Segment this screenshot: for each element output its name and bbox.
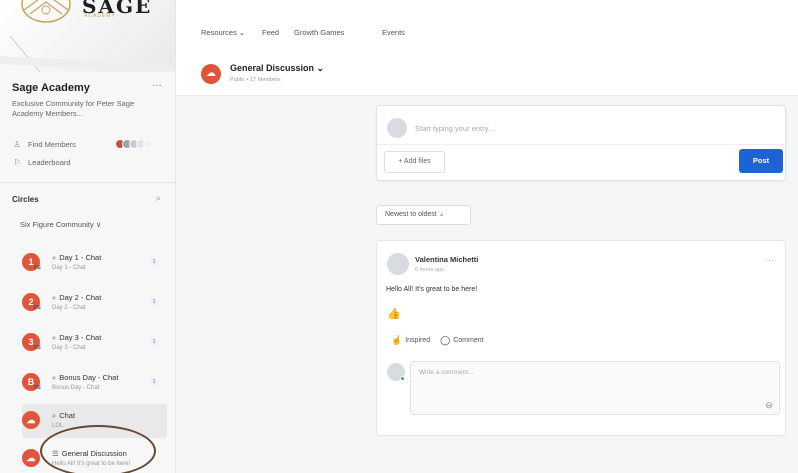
chat-icon: ⌕: [52, 333, 57, 342]
leaderboard-label: Leaderboard: [28, 158, 71, 167]
post-timestamp: 6 hours ago: [415, 267, 445, 273]
channel-item[interactable]: ☁ ☰ General Discussion Hello All! It's gr…: [22, 442, 167, 473]
channel-item[interactable]: 1 PS ⌕ Day 1 - Chat Day 1 - Chat 1: [22, 246, 167, 280]
comment-icon: ◯: [440, 335, 451, 345]
logo-background-pattern: [0, 35, 175, 72]
add-files-button[interactable]: + Add files: [384, 151, 445, 173]
unread-badge: 1: [150, 258, 158, 266]
channel-title: ☰ General Discussion: [52, 449, 127, 458]
chat-icon: ⌕: [52, 411, 57, 420]
paperclip-icon[interactable]: ⊘: [762, 399, 775, 412]
community-name: Sage Academy: [12, 82, 90, 94]
post-card: Valentina Michetti 6 hours ago ··· Hello…: [376, 240, 786, 436]
channel-title: ⌕ Day 2 - Chat: [52, 293, 102, 302]
logo-subtext: ACADEMY: [84, 13, 116, 19]
post-author[interactable]: Valentina Michetti: [415, 255, 478, 264]
chat-icon: ⌕: [52, 373, 57, 382]
chat-icon: ⌕: [52, 253, 57, 262]
sidebar: SAGE ACADEMY Sage Academy ··· Exclusive …: [0, 0, 176, 473]
channel-subtitle: Bonus Day - Chat: [52, 385, 100, 391]
unread-badge: 1: [150, 338, 158, 346]
comment-label: Comment: [453, 337, 484, 344]
community-logo[interactable]: SAGE ACADEMY: [0, 0, 175, 72]
avatar[interactable]: [387, 253, 409, 275]
post-actions: ☝ Inspired ◯ Comment: [391, 335, 484, 346]
channel-icon: 3 PS: [22, 333, 41, 351]
online-status-dot: [400, 376, 405, 381]
channel-subtitle: LOL: [52, 423, 64, 429]
list-icon: ☰: [52, 449, 59, 458]
sort-select[interactable]: Newest to oldest ⌄: [376, 205, 471, 225]
channel-icon: 1 PS: [22, 253, 41, 271]
avatar: [143, 139, 153, 149]
nav-growth-games[interactable]: Growth Games: [294, 28, 344, 37]
nav-resources[interactable]: Resources ⌄: [201, 28, 245, 37]
channel-title: ⌕ Day 1 - Chat: [52, 253, 102, 262]
channel-title-dropdown[interactable]: General Discussion ⌄: [230, 63, 324, 74]
channel-item[interactable]: 2 PS ⌕ Day 2 - Chat Day 2 - Chat 1: [22, 286, 167, 320]
channel-icon: ☁: [22, 411, 40, 429]
post-options-button[interactable]: ···: [765, 255, 774, 265]
inspired-label: Inspired: [405, 337, 431, 344]
find-members-link[interactable]: ♙ Find Members: [12, 140, 76, 149]
comment-button[interactable]: ◯ Comment: [440, 335, 483, 346]
channel-title: ⌕ Day 3 - Chat: [52, 333, 102, 342]
flag-icon: ⚐: [13, 158, 21, 167]
chat-bubble-icon: ☁: [201, 64, 221, 84]
post-button[interactable]: Post: [739, 149, 783, 173]
unread-badge: 1: [150, 298, 158, 306]
channel-item[interactable]: B PS ⌕ Bonus Day - Chat Bonus Day - Chat 1: [22, 366, 167, 400]
channel-subtitle: Day 1 - Chat: [52, 265, 86, 271]
chevron-down-icon: ∨: [95, 220, 102, 229]
nav-events[interactable]: Events: [382, 28, 405, 37]
channel-subtitle: Hello All! It's great to be here!: [52, 461, 131, 467]
inspired-button[interactable]: ☝ Inspired: [391, 335, 430, 346]
channel-icon: 2 PS: [22, 293, 41, 311]
divider: [377, 144, 785, 145]
circle-select-label: Six Figure Community: [20, 220, 94, 229]
avatar: [387, 118, 407, 138]
channel-item[interactable]: ☁ ⌕ Chat LOL: [22, 404, 167, 438]
post-composer: Start typing your entry... + Add files P…: [376, 105, 786, 181]
find-members-label: Find Members: [28, 140, 76, 149]
channel-subtitle: Day 3 - Chat: [52, 345, 86, 351]
channel-meta: Public • 17 Members: [230, 77, 281, 83]
channel-icon: ☁: [22, 449, 40, 467]
thumbs-up-emoji: 👍: [387, 308, 401, 320]
channel-item[interactable]: 3 PS ⌕ Day 3 - Chat Day 3 - Chat 1: [22, 326, 167, 360]
nav-feed[interactable]: Feed: [262, 28, 279, 37]
community-options-button[interactable]: ···: [152, 80, 162, 91]
channel-subtitle: Day 2 - Chat: [52, 305, 86, 311]
thumbs-up-icon: ☝: [391, 335, 403, 345]
composer-input[interactable]: Start typing your entry...: [415, 124, 494, 133]
comment-input[interactable]: Write a comment... ⊘: [410, 361, 780, 415]
divider: [0, 182, 175, 183]
channel-title: ⌕ Bonus Day - Chat: [52, 373, 119, 382]
unread-badge: 1: [150, 378, 158, 386]
search-icon[interactable]: ⌕: [156, 193, 161, 204]
member-avatars[interactable]: [115, 139, 153, 149]
chat-icon: ⌕: [52, 293, 57, 302]
circles-heading: Circles: [12, 195, 39, 204]
person-icon: ♙: [13, 140, 21, 149]
leaderboard-link[interactable]: ⚐ Leaderboard: [12, 158, 71, 167]
circle-select[interactable]: Six Figure Community ∨: [20, 220, 101, 229]
post-body: Hello All! It's great to be here!: [386, 286, 478, 293]
community-description: Exclusive Community for Peter Sage Acade…: [12, 99, 135, 118]
channel-icon: B PS: [22, 373, 41, 391]
comment-placeholder: Write a comment...: [419, 369, 474, 376]
top-navigation: Resources ⌄ Feed Growth Games Events ☁ G…: [176, 0, 798, 96]
channel-title: ⌕ Chat: [52, 411, 76, 420]
logo-emblem-icon: [21, 0, 71, 23]
